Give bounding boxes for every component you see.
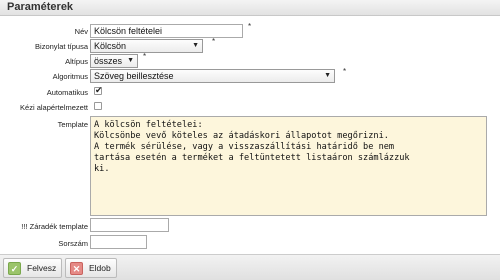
bizonylat-tipusa-value: Kölcsön [94,41,127,51]
nev-input[interactable]: Kölcsön feltételei [90,24,243,38]
kezi-alapertelmezett-label: Kézi alapértelmezett [20,103,88,112]
automatikus-checkbox[interactable]: ✔ [94,85,103,95]
zaradek-template-input[interactable] [90,218,169,232]
bizonylat-tipusa-label: Bizonylat típusa [35,42,88,51]
nev-label: Név [74,27,88,36]
nev-required-marker: * [248,22,252,31]
felvesz-button-label: Felvesz [27,263,57,273]
bizonylat-tipusa-select[interactable]: Kölcsön ▼ [90,39,203,53]
altipus-select[interactable]: összes ▼ [90,54,138,68]
kezi-alapertelmezett-checkbox[interactable] [94,102,102,110]
chevron-down-icon: ▼ [324,72,331,79]
altipus-label: Altípus [65,57,88,66]
sorszam-label: Sorszám [58,239,88,248]
button-bar: ✓ Felvesz ✕ Eldob [0,254,500,280]
algoritmus-label: Algoritmus [52,72,88,81]
altipus-value: összes [94,56,123,66]
automatikus-label: Automatikus [46,88,88,97]
sorszam-input[interactable] [90,235,147,249]
x-icon: ✕ [70,262,83,275]
algoritmus-value: Szöveg beillesztése [94,71,174,81]
checkmark-icon: ✔ [95,85,103,95]
template-label: Template [57,120,88,129]
check-icon: ✓ [8,262,21,275]
algoritmus-select[interactable]: Szöveg beillesztése ▼ [90,69,335,83]
algoritmus-required-marker: * [343,67,347,76]
chevron-down-icon: ▼ [192,42,199,49]
bizonylat-tipusa-required-marker: * [212,37,216,46]
chevron-down-icon: ▼ [127,57,134,64]
panel-header: Paraméterek [0,0,500,16]
eldob-button[interactable]: ✕ Eldob [65,258,117,278]
altipus-required-marker: * [143,52,147,61]
panel-title: Paraméterek [7,1,74,13]
felvesz-button[interactable]: ✓ Felvesz [3,258,63,278]
zaradek-template-label: !!! Záradék template [21,222,88,231]
eldob-button-label: Eldob [89,263,111,273]
template-textarea[interactable]: A kölcsön feltételei: Kölcsönbe vevő köt… [90,116,487,216]
